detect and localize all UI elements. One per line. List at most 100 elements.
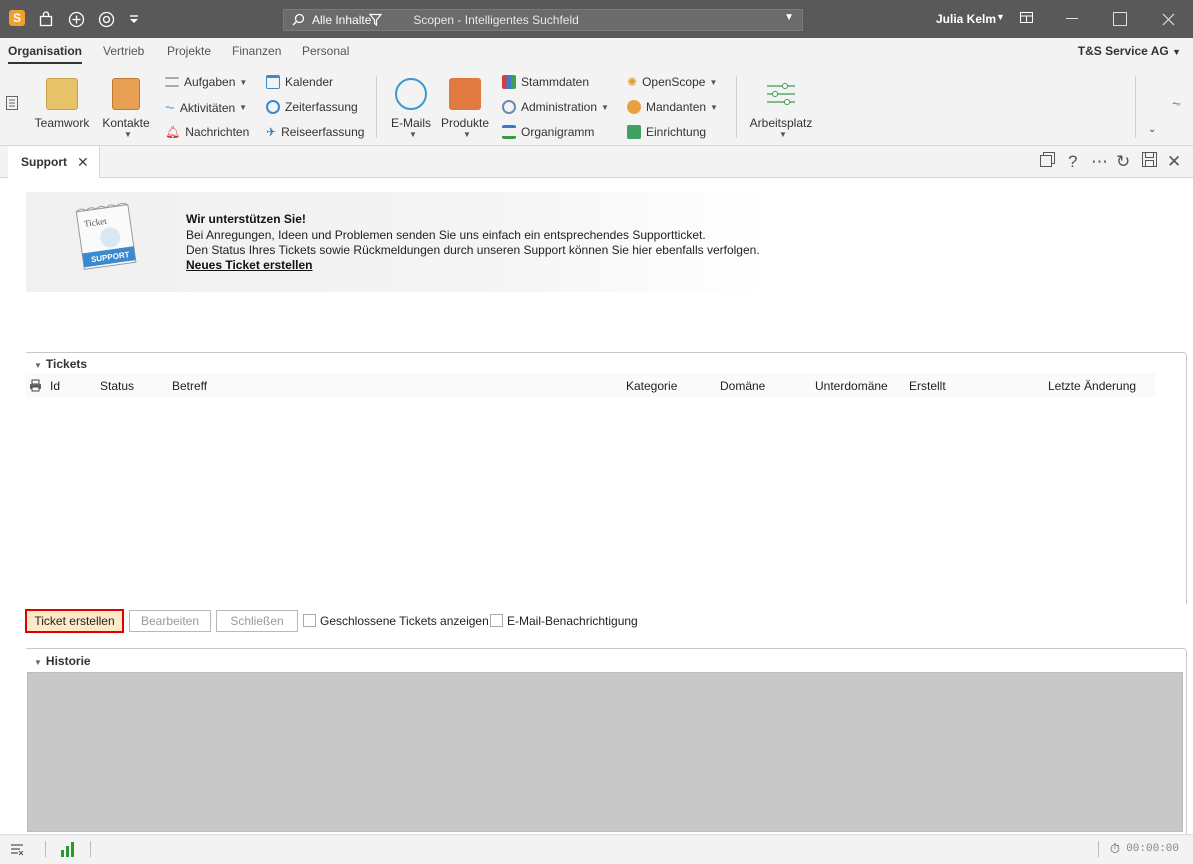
kalender-button[interactable]: Kalender	[266, 75, 333, 89]
banner-text-2: Den Status Ihres Tickets sowie Rückmeldu…	[186, 243, 760, 257]
column-unterdomaene[interactable]: Unterdomäne	[815, 379, 888, 393]
column-erstellt[interactable]: Erstellt	[909, 379, 946, 393]
tab-projekte[interactable]: Projekte	[167, 44, 211, 58]
close-icon[interactable]: ✕	[1167, 152, 1181, 172]
reiseerfassung-button[interactable]: ✈︎ Reiseerfassung	[266, 125, 364, 139]
chevron-down-icon[interactable]: ▼	[996, 12, 1005, 22]
tab-personal[interactable]: Personal	[302, 44, 349, 58]
ticket-support-image: Ticket SUPPORT	[74, 200, 138, 272]
administration-button[interactable]: Administration ▼	[502, 100, 609, 114]
banner-text-1: Bei Anregungen, Ideen und Problemen send…	[186, 228, 706, 242]
tab-organisation[interactable]: Organisation	[8, 44, 83, 64]
ribbon-separator	[736, 76, 737, 138]
einrichtung-button[interactable]: Einrichtung	[627, 125, 706, 139]
column-domaene[interactable]: Domäne	[720, 379, 765, 393]
historie-section-header[interactable]: ▼ Historie	[34, 654, 91, 668]
kalender-label: Kalender	[285, 75, 334, 89]
close-ticket-button[interactable]: Schließen	[216, 610, 298, 632]
quick-access-dropdown-icon[interactable]	[124, 9, 144, 29]
stopwatch-icon[interactable]: ⏱	[1110, 841, 1120, 857]
show-closed-checkbox[interactable]	[303, 614, 316, 627]
tab-finanzen[interactable]: Finanzen	[232, 44, 281, 58]
activity-icon: ⏦	[165, 100, 175, 114]
close-window-button[interactable]	[1148, 0, 1188, 38]
email-notification-checkbox[interactable]	[490, 614, 503, 627]
stammdaten-button[interactable]: Stammdaten	[502, 75, 589, 89]
teamwork-label: Teamwork	[34, 116, 90, 130]
tab-support[interactable]: Support ✕	[8, 146, 100, 178]
user-menu[interactable]: Julia Kelm	[936, 12, 996, 26]
ribbon-expand-icon[interactable]: ⌄	[1148, 124, 1156, 135]
tab-vertrieb[interactable]: Vertrieb	[103, 44, 144, 58]
tickets-panel: ▼ Tickets Id Status Betreff Kategorie Dom…	[26, 352, 1187, 604]
refresh-icon[interactable]: ↻	[1116, 152, 1130, 172]
ribbon-collapse-icon[interactable]	[6, 96, 18, 113]
aktivitaeten-button[interactable]: ⏦ Aktivitäten ▼	[165, 100, 247, 115]
status-separator	[90, 841, 91, 857]
chevron-down-icon[interactable]: ▼	[784, 12, 794, 23]
save-icon[interactable]	[1142, 152, 1157, 172]
aufgaben-button[interactable]: Aufgaben ▼	[165, 75, 247, 89]
column-letzte-aenderung[interactable]: Letzte Änderung	[1048, 379, 1136, 393]
teamwork-icon	[46, 78, 78, 110]
document-tab-bar: Support ✕ ? ⋯ ↻ ✕	[0, 146, 1193, 178]
restore-window-icon[interactable]	[1040, 152, 1055, 172]
nachrichten-label: Nachrichten	[185, 125, 250, 139]
org-chart-icon	[502, 125, 516, 139]
historie-panel: ▼ Historie	[26, 648, 1187, 834]
ribbon-separator	[1135, 76, 1136, 138]
column-id[interactable]: Id	[50, 379, 60, 393]
filter-icon[interactable]	[368, 13, 383, 29]
collapse-icon[interactable]: ▼	[34, 658, 42, 667]
edit-button[interactable]: Bearbeiten	[129, 610, 211, 632]
new-ticket-link[interactable]: Neues Ticket erstellen	[186, 258, 313, 272]
organigramm-button[interactable]: Organigramm	[502, 125, 594, 139]
app-logo-icon[interactable]: S	[9, 10, 25, 26]
kontakte-button[interactable]: Kontakte ▼	[100, 74, 152, 139]
column-betreff[interactable]: Betreff	[172, 379, 207, 393]
produkte-label: Produkte	[440, 116, 490, 130]
kontakte-label: Kontakte	[102, 116, 150, 130]
aufgaben-label: Aufgaben	[184, 75, 236, 89]
tickets-section-header[interactable]: ▼ Tickets	[34, 357, 87, 371]
arbeitsplatz-button[interactable]: Arbeitsplatz ▼	[748, 74, 814, 139]
historie-content-area	[27, 672, 1183, 832]
signal-bars-icon[interactable]	[61, 841, 75, 860]
support-banner: Ticket SUPPORT Wir unterstützen Sie! Bei…	[26, 192, 766, 292]
minimize-button[interactable]	[1052, 0, 1092, 38]
search-scope[interactable]: Alle Inhalte	[312, 13, 371, 27]
column-kategorie[interactable]: Kategorie	[626, 379, 677, 393]
product-box-icon	[449, 78, 481, 110]
more-icon[interactable]: ⋯	[1091, 152, 1108, 172]
zeiterfassung-button[interactable]: Zeiterfassung	[266, 100, 358, 114]
collapse-icon[interactable]: ▼	[34, 361, 42, 370]
setup-icon	[627, 125, 641, 139]
tasks-icon	[165, 77, 179, 87]
search-icon	[292, 13, 305, 29]
lifebuoy-icon[interactable]	[96, 9, 116, 29]
emails-button[interactable]: E-Mails ▼	[388, 74, 434, 139]
openscope-button[interactable]: ✺ OpenScope ▼	[627, 75, 717, 89]
help-icon[interactable]: ?	[1068, 152, 1077, 172]
teamwork-button[interactable]: Teamwork	[32, 74, 92, 130]
company-selector[interactable]: T&S Service AG ▼	[1078, 44, 1181, 58]
filter-list-icon[interactable]	[10, 842, 24, 859]
pulse-icon[interactable]: ⏦	[1172, 98, 1181, 111]
create-ticket-button[interactable]: Ticket erstellen	[25, 609, 124, 633]
close-tab-icon[interactable]: ✕	[77, 154, 89, 171]
arbeitsplatz-label: Arbeitsplatz	[749, 116, 813, 130]
calendar-icon	[266, 75, 280, 89]
search-field[interactable]: Alle Inhalte Scopen - Intelligentes Such…	[283, 9, 803, 31]
bag-icon[interactable]	[36, 9, 56, 29]
mandanten-button[interactable]: Mandanten ▼	[627, 100, 718, 114]
emails-label: E-Mails	[390, 116, 431, 130]
maximize-button[interactable]	[1100, 0, 1140, 38]
window-layout-icon[interactable]	[1020, 12, 1033, 26]
print-icon[interactable]	[29, 379, 42, 395]
add-icon[interactable]	[66, 9, 86, 29]
nachrichten-button[interactable]: 🔔︎ Nachrichten	[165, 125, 249, 139]
produkte-button[interactable]: Produkte ▼	[440, 74, 490, 139]
column-status[interactable]: Status	[100, 379, 134, 393]
contacts-icon	[112, 78, 140, 110]
tab-support-label: Support	[21, 155, 67, 169]
